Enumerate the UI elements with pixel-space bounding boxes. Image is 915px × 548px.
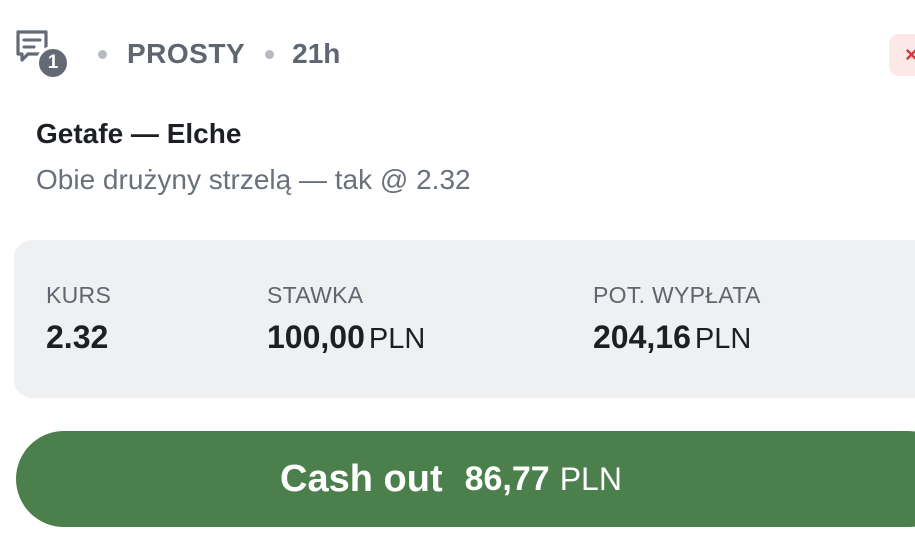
separator-dot (98, 49, 107, 59)
payout-value: 204,16 PLN (593, 319, 761, 356)
stake-currency: PLN (368, 323, 426, 355)
stake-amount: 100,00 (267, 319, 365, 355)
stake-label: STAWKA (267, 282, 364, 308)
bet-slip-icon: 1 (14, 28, 72, 80)
close-button[interactable]: × (889, 34, 915, 76)
bet-header: 1 PROSTY 21h (14, 28, 340, 80)
payout-label: POT. WYPŁATA (593, 282, 761, 308)
odds-stat: KURS 2.32 (46, 282, 111, 356)
payout-currency: PLN (694, 323, 752, 355)
odds-label: KURS (46, 282, 112, 308)
payout-stat: POT. WYPŁATA 204,16 PLN (593, 282, 761, 356)
bet-count-badge: 1 (36, 46, 70, 80)
odds-value-number: 2.32 (46, 319, 109, 355)
stake-value: 100,00 PLN (267, 319, 425, 356)
odds-value: 2.32 (46, 319, 111, 356)
bet-stats-panel: KURS 2.32 STAWKA 100,00 PLN POT. WYPŁATA … (14, 240, 915, 398)
cash-out-amount[interactable]: 86,77 (465, 460, 550, 499)
bet-type-label: PROSTY (127, 38, 246, 69)
time-ago: 21h (292, 38, 341, 69)
bet-selection: Obie drużyny strzelą — tak @ 2.32 (36, 164, 471, 195)
close-icon[interactable]: × (905, 42, 915, 68)
stake-stat: STAWKA 100,00 PLN (267, 282, 425, 356)
separator-dot (265, 49, 275, 59)
cash-out-label[interactable]: Cash out (280, 458, 443, 501)
bet-card: 1 PROSTY 21h × Getafe — Elche Obie druży… (0, 0, 915, 548)
cash-out-button[interactable]: Cash out 86,77 PLN (16, 431, 915, 527)
cash-out-currency[interactable]: PLN (560, 461, 622, 498)
payout-amount: 204,16 (593, 319, 691, 355)
match-name: Getafe — Elche (36, 118, 242, 149)
